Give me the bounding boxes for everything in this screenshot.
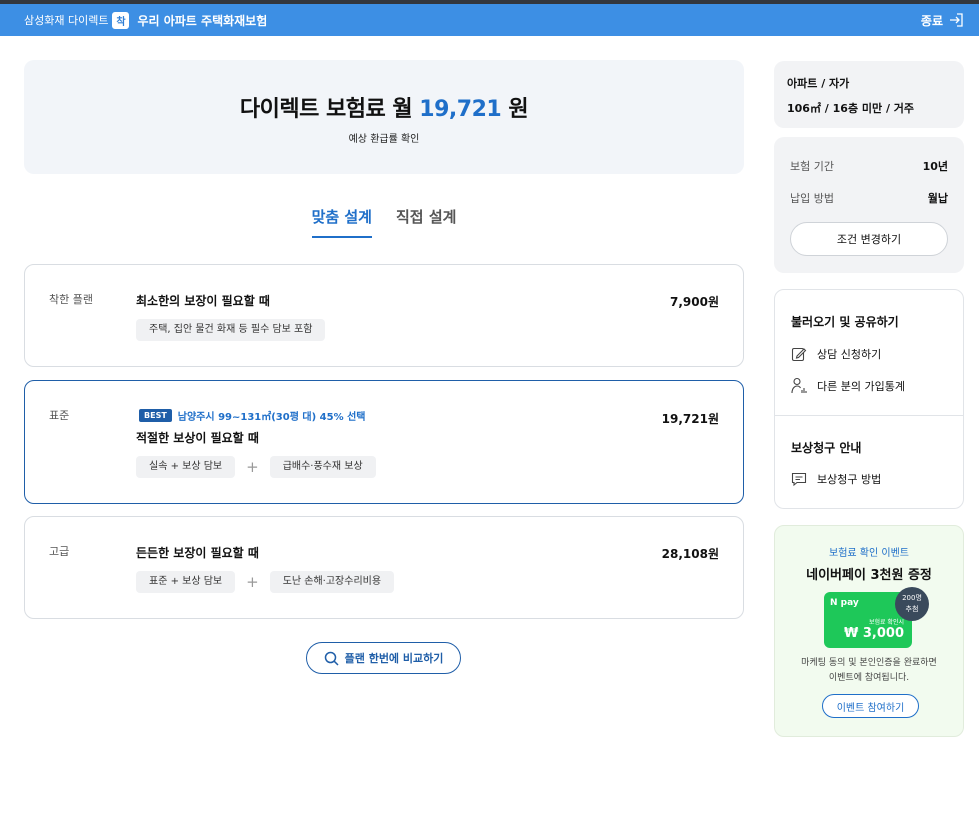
plan-amount: 19,721원 <box>661 412 719 426</box>
event-title: 네이버페이 3천원 증정 <box>806 568 932 583</box>
event-banner: 보험료 확인 이벤트 네이버페이 3천원 증정 N pay 보험료 확인시 ₩ … <box>774 525 964 737</box>
premium-amount: 19,721 <box>419 97 502 122</box>
best-badge: BEST <box>139 409 172 422</box>
condition-value: 10년 <box>922 160 948 173</box>
coverage-chip: 표준 + 보상 담보 <box>136 571 236 593</box>
condition-value: 월납 <box>927 192 948 205</box>
search-icon <box>324 651 339 666</box>
plus-icon: + <box>246 573 259 591</box>
compare-plans-button[interactable]: 플랜 한번에 비교하기 <box>306 642 461 674</box>
change-conditions-button[interactable]: 조건 변경하기 <box>790 222 948 256</box>
condition-key: 납입 방법 <box>790 192 834 205</box>
tab-custom-design[interactable]: 맞춤 설계 <box>311 206 372 238</box>
design-tabs: 맞춤 설계 직접 설계 <box>0 206 768 238</box>
join-event-button[interactable]: 이벤트 참여하기 <box>822 694 919 718</box>
event-desc-line: 마케팅 동의 및 본인인증을 완료하면 <box>801 658 937 668</box>
brand-name: 삼성화재 다이렉트 <box>24 14 109 27</box>
plan-coverage: 실속 + 보상 담보 + 급배수·풍수재 보상 <box>136 456 376 478</box>
claim-method-link[interactable]: 보상청구 방법 <box>791 471 881 487</box>
enrollment-stats-link[interactable]: 다른 분의 가입통계 <box>791 377 905 395</box>
premium-unit: 원 <box>508 97 529 122</box>
npay-label: 보험료 확인시 <box>868 619 904 626</box>
brand-logo-icon: 착 <box>112 11 130 29</box>
plan-coverage: 표준 + 보상 담보 + 도난 손해·고장수리비용 <box>136 571 395 593</box>
chat-icon <box>791 472 807 487</box>
policy-conditions: 보험 기간 10년 납입 방법 월납 조건 변경하기 <box>774 137 964 273</box>
share-title: 불러오기 및 공유하기 <box>791 315 899 329</box>
condition-row: 보험 기간 10년 <box>790 158 948 174</box>
best-stat: 남양주시 99~131㎡(30평 대) 45% 선택 <box>177 412 366 423</box>
app-header: 삼성화재 다이렉트 착 우리 아파트 주택화재보험 종료 <box>0 4 979 36</box>
condition-row: 납입 방법 월납 <box>790 190 948 206</box>
condition-key: 보험 기간 <box>790 160 834 173</box>
plan-type: 착한 플랜 <box>49 293 93 306</box>
plan-type: 고급 <box>49 545 70 558</box>
plus-icon: + <box>246 458 259 476</box>
brand: 삼성화재 다이렉트 착 우리 아파트 주택화재보험 <box>24 4 267 36</box>
enrollment-stats-label: 다른 분의 가입통계 <box>817 380 905 393</box>
exit-button[interactable]: 종료 <box>921 4 963 36</box>
event-desc-line: 이벤트에 참여됩니다. <box>828 673 910 683</box>
consult-request-label: 상담 신청하기 <box>817 348 882 361</box>
plan-amount: 28,108원 <box>661 547 719 561</box>
premium-prefix: 다이렉트 보험료 월 <box>239 97 413 122</box>
plan-card-premium[interactable]: 고급 든든한 보장이 필요할 때 28,108원 표준 + 보상 담보 + 도난… <box>24 516 744 619</box>
claim-method-label: 보상청구 방법 <box>817 473 882 486</box>
claim-title: 보상청구 안내 <box>791 441 862 455</box>
refund-rate-link[interactable]: 예상 환급률 확인 <box>24 130 744 145</box>
product-title: 우리 아파트 주택화재보험 <box>137 13 268 28</box>
plan-desc: 최소한의 보장이 필요할 때 <box>136 294 270 308</box>
share-panel: 불러오기 및 공유하기 상담 신청하기 다른 분의 가입통계 보상청구 안내 보… <box>774 289 964 509</box>
exit-label: 종료 <box>920 13 943 28</box>
property-detail: 106㎡ / 16층 미만 / 거주 <box>787 102 915 115</box>
plan-amount: 7,900원 <box>670 295 719 309</box>
property-type: 아파트 / 자가 <box>787 77 850 90</box>
tab-direct-design[interactable]: 직접 설계 <box>396 206 456 238</box>
consult-request-link[interactable]: 상담 신청하기 <box>791 346 881 362</box>
premium-summary: 다이렉트 보험료 월 19,721 원 예상 환급률 확인 <box>24 60 744 174</box>
plan-desc: 든든한 보장이 필요할 때 <box>136 546 259 560</box>
compare-label: 플랜 한번에 비교하기 <box>344 652 444 665</box>
edit-icon <box>791 347 807 362</box>
event-subtitle: 보험료 확인 이벤트 <box>829 548 909 559</box>
coverage-chip: 도난 손해·고장수리비용 <box>269 571 395 593</box>
badge-line2: 추첨 <box>905 605 919 613</box>
person-stats-icon <box>791 377 807 394</box>
winner-count-badge: 200명 추첨 <box>895 587 929 621</box>
plan-type: 표준 <box>49 409 70 422</box>
npay-value: ₩ 3,000 <box>844 626 904 641</box>
plan-coverage: 주택, 집안 물건 화재 등 필수 담보 포함 <box>136 319 326 341</box>
npay-logo-icon: N pay <box>830 598 859 608</box>
coverage-chip: 주택, 집안 물건 화재 등 필수 담보 포함 <box>136 319 326 341</box>
premium-total: 다이렉트 보험료 월 19,721 원 <box>24 91 744 123</box>
event-description: 마케팅 동의 및 본인인증을 완료하면 이벤트에 참여됩니다. <box>775 656 963 686</box>
exit-arrow-icon <box>950 13 963 27</box>
badge-line1: 200명 <box>902 594 922 602</box>
plan-desc: 적절한 보상이 필요할 때 <box>136 431 259 445</box>
plan-card-standard[interactable]: 표준 BEST 남양주시 99~131㎡(30평 대) 45% 선택 적절한 보… <box>24 380 744 504</box>
plan-card-basic[interactable]: 착한 플랜 최소한의 보장이 필요할 때 7,900원 주택, 집안 물건 화재… <box>24 264 744 367</box>
coverage-chip: 급배수·풍수재 보상 <box>269 456 376 478</box>
coverage-chip: 실속 + 보상 담보 <box>136 456 236 478</box>
best-row: BEST 남양주시 99~131㎡(30평 대) 45% 선택 <box>139 408 365 423</box>
property-summary: 아파트 / 자가 106㎡ / 16층 미만 / 거주 <box>774 61 964 128</box>
divider <box>775 415 963 416</box>
